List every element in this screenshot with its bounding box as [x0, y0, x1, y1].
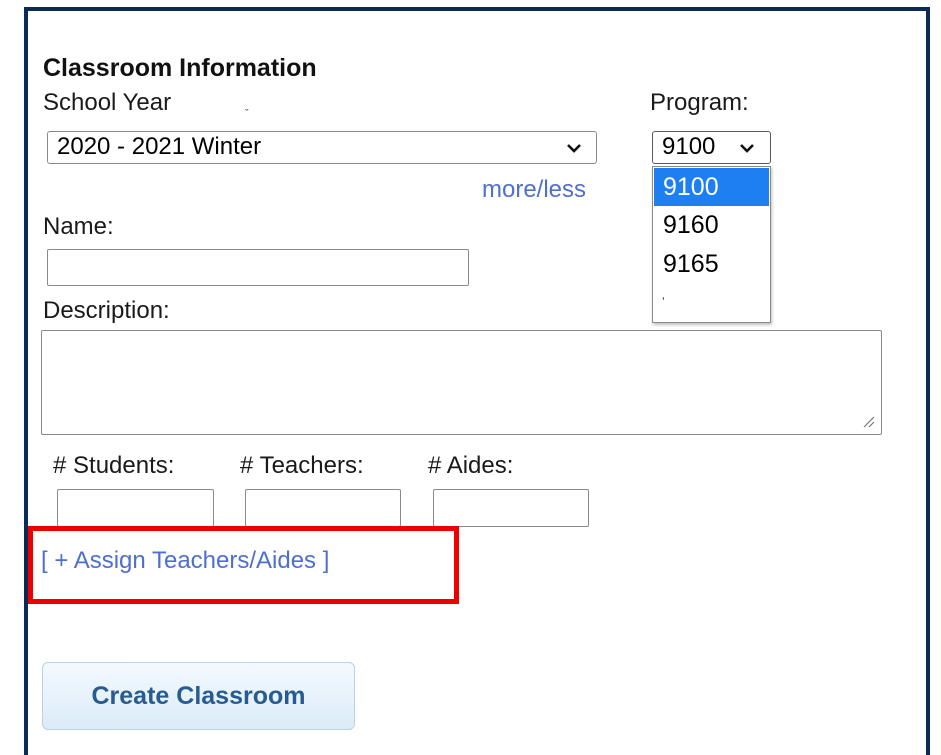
chevron-down-icon [566, 133, 582, 163]
description-textarea[interactable] [41, 330, 882, 435]
more-less-link[interactable]: more/less [482, 176, 586, 204]
name-input[interactable] [47, 249, 469, 286]
assign-teachers-aides-link[interactable]: [ + Assign Teachers/Aides ] [41, 547, 329, 575]
dropdown-artifact-mark: ʼ [662, 295, 665, 309]
school-year-label: School Year [43, 89, 172, 116]
aides-label: # Aides: [428, 452, 514, 479]
tiny-artifact-mark: ˇ [245, 108, 249, 120]
program-option-9165[interactable]: 9165 [654, 245, 769, 283]
program-selected-value: 9100 [662, 133, 716, 160]
teachers-label: # Teachers: [240, 452, 364, 479]
resize-grip-icon[interactable] [858, 411, 876, 429]
program-select[interactable]: 9100 [652, 131, 771, 164]
program-option-9100[interactable]: 9100 [654, 168, 769, 206]
aides-input[interactable] [433, 489, 589, 527]
program-option-9160[interactable]: 9160 [654, 206, 769, 244]
school-year-selected-value: 2020 - 2021 Winter [57, 133, 262, 160]
program-dropdown-list: 9100 9160 9165 ʼ [652, 166, 771, 323]
teachers-input[interactable] [245, 489, 401, 527]
name-label: Name: [43, 213, 114, 240]
students-input[interactable] [57, 489, 214, 527]
chevron-down-icon [739, 133, 755, 163]
students-label: # Students: [53, 452, 175, 479]
program-label: Program: [650, 89, 749, 116]
section-title: Classroom Information [43, 54, 317, 82]
screenshot-stage: Classroom Information School Year ˇ 2020… [0, 0, 941, 755]
create-classroom-button[interactable]: Create Classroom [42, 662, 355, 730]
description-label: Description: [43, 297, 170, 324]
school-year-select[interactable]: 2020 - 2021 Winter [47, 131, 597, 164]
